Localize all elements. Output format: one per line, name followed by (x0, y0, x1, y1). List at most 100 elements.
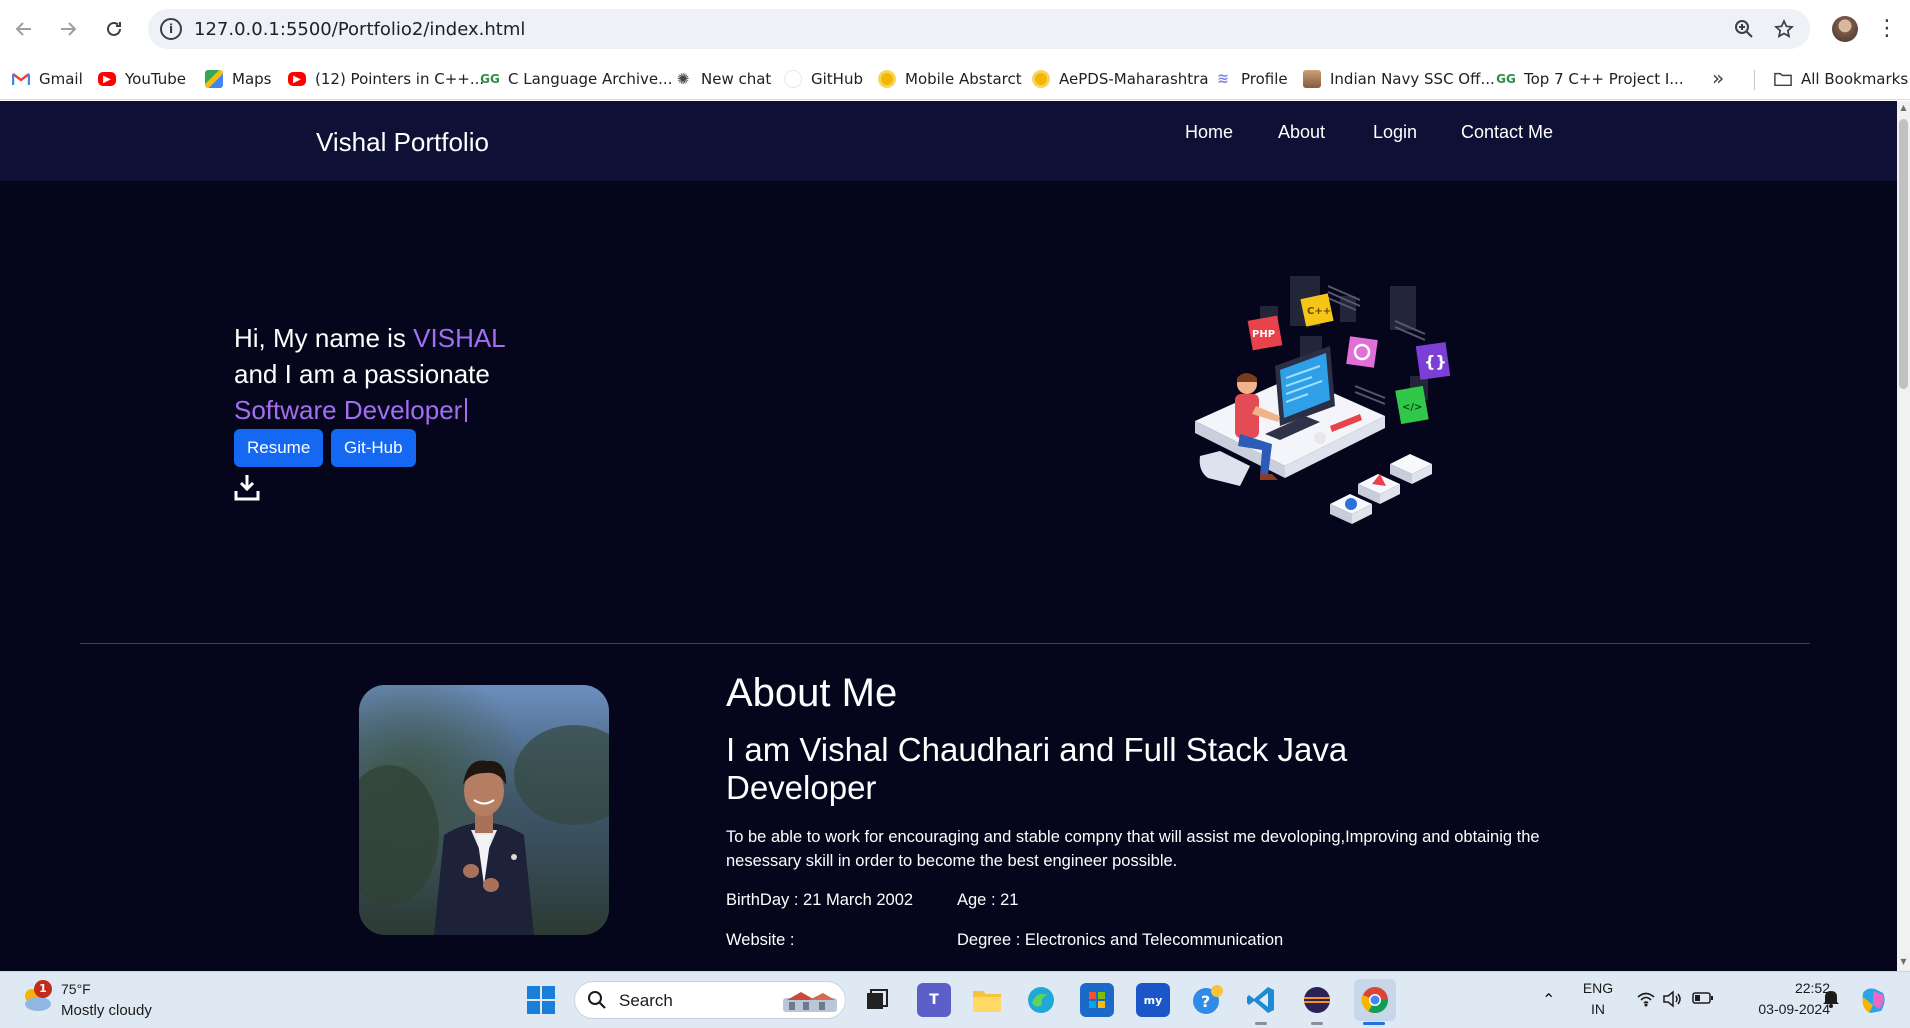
kebab-menu-icon[interactable]: ⋮ (1876, 14, 1898, 44)
chevron-up-icon[interactable]: ⌃ (1542, 990, 1555, 1009)
bookmark-top-7-cpp[interactable]: GG Top 7 C++ Project I... (1496, 68, 1683, 90)
reload-icon (107, 21, 121, 36)
age-info: Age : 21 (957, 891, 1019, 909)
gmail-icon (12, 70, 30, 88)
resume-button[interactable]: Resume (234, 429, 324, 467)
nav-login[interactable]: Login (1373, 122, 1417, 143)
profile-icon: ≋ (1217, 71, 1229, 87)
region-indicator[interactable]: IN (1580, 1001, 1616, 1017)
profile-photo (359, 685, 609, 935)
reload-button[interactable] (96, 12, 132, 46)
task-view-icon[interactable] (860, 983, 894, 1017)
windows-start-icon[interactable] (524, 983, 558, 1017)
website-info: Website : (726, 931, 795, 949)
page-scrollbar[interactable]: ▲ ▼ (1897, 101, 1910, 971)
download-icon[interactable] (234, 473, 260, 501)
bookmark-maps[interactable]: Maps (205, 68, 271, 90)
bookmark-youtube[interactable]: ▶ YouTube (98, 68, 186, 90)
nav-home[interactable]: Home (1185, 122, 1233, 143)
microsoft-store-icon[interactable] (1080, 983, 1114, 1017)
copilot-icon[interactable] (1856, 984, 1890, 1018)
browser-toolbar: i 127.0.0.1:5500/Portfolio2/index.html ⋮ (0, 0, 1910, 58)
developer-illustration: C++ PHP {} </> (1195, 276, 1451, 524)
address-bar[interactable]: i 127.0.0.1:5500/Portfolio2/index.html (148, 9, 1810, 49)
svg-text:C++: C++ (1307, 306, 1331, 317)
nav-contact-me[interactable]: Contact Me (1461, 122, 1553, 143)
maps-icon (205, 70, 223, 88)
clock-time[interactable]: 22:52 (1760, 980, 1830, 996)
bookmark-profile[interactable]: ≋ Profile (1214, 68, 1288, 90)
info-icon[interactable]: i (160, 18, 182, 40)
svg-text:{}: {} (1424, 352, 1447, 371)
hero-greeting: Hi, My name is VISHAL (234, 323, 506, 353)
forward-button[interactable] (50, 12, 86, 46)
vscode-running-indicator (1255, 1022, 1267, 1025)
chevron-double-right-icon[interactable]: » (1712, 66, 1724, 90)
scrollbar-thumb[interactable] (1899, 119, 1908, 389)
youtube-icon: ▶ (288, 72, 306, 86)
battery-icon[interactable] (1692, 990, 1714, 1010)
scroll-up-arrow-icon[interactable]: ▲ (1899, 103, 1908, 113)
volume-icon[interactable] (1662, 990, 1682, 1013)
nav-about[interactable]: About (1278, 122, 1325, 143)
about-title: About Me (726, 671, 898, 715)
bookmark-mobile-abstarct[interactable]: Mobile Abstarct (878, 68, 1022, 90)
github-button[interactable]: Git-Hub (331, 429, 416, 467)
about-paragraph: To be able to work for encouraging and s… (726, 828, 1540, 870)
teams-icon[interactable]: T (917, 983, 951, 1017)
bookmarks-separator (1754, 70, 1755, 90)
birthday-info: BirthDay : 21 March 2002 (726, 891, 914, 909)
all-bookmarks[interactable]: All Bookmarks (1774, 68, 1908, 90)
arrow-right-icon (61, 22, 77, 36)
site-brand[interactable]: Vishal Portfolio (316, 127, 489, 158)
back-button[interactable] (6, 12, 42, 46)
bookmark-pointers-cpp[interactable]: ▶ (12) Pointers in C++... (288, 68, 484, 90)
hp-support-icon[interactable]: ? (1190, 983, 1224, 1017)
geeksforgeeks-icon: GG (1496, 72, 1516, 86)
chatgpt-icon: ✺ (676, 70, 690, 88)
eclipse-running-indicator (1311, 1022, 1323, 1025)
notification-bell-icon[interactable] (1822, 988, 1840, 1013)
language-indicator[interactable]: ENG (1580, 980, 1616, 996)
myhp-icon[interactable]: my (1136, 983, 1170, 1017)
eclipse-icon[interactable] (1300, 983, 1334, 1017)
circle-icon (1032, 70, 1050, 88)
notification-badge: 1 (34, 980, 52, 998)
vscode-icon[interactable] (1244, 983, 1278, 1017)
bookmark-new-chat[interactable]: ✺ New chat (674, 68, 772, 90)
bookmark-c-language-archive[interactable]: GG C Language Archive... (480, 68, 672, 90)
search-highlight-icon (783, 992, 837, 1012)
bookmark-indian-navy[interactable]: Indian Navy SSC Off... (1303, 68, 1495, 90)
chrome-active-indicator (1363, 1022, 1385, 1025)
youtube-icon: ▶ (98, 72, 116, 86)
site-navbar: Vishal Portfolio Home About Login Contac… (0, 101, 1897, 181)
wifi-icon[interactable] (1636, 990, 1656, 1013)
about-subtitle: I am Vishal Chaudhari and Full Stack Jav… (726, 731, 1348, 806)
bookmarks-bar: Gmail ▶ YouTube Maps ▶ (12) Pointers in … (0, 58, 1910, 100)
file-explorer-icon[interactable] (970, 983, 1004, 1017)
url-text[interactable]: 127.0.0.1:5500/Portfolio2/index.html (194, 19, 525, 40)
profile-avatar[interactable] (1832, 16, 1858, 42)
zoom-icon[interactable] (1732, 17, 1756, 41)
svg-text:?: ? (1201, 992, 1210, 1011)
scroll-down-arrow-icon[interactable]: ▼ (1899, 957, 1908, 967)
bookmark-aepds-maharashtra[interactable]: AePDS-Maharashtra (1032, 68, 1209, 90)
weather-description[interactable]: Mostly cloudy (61, 1002, 152, 1019)
hero-line-2: and I am a passionate (234, 359, 490, 389)
taskbar-search[interactable]: Search (574, 981, 846, 1019)
portfolio-page: Vishal Portfolio Home About Login Contac… (0, 101, 1897, 971)
section-divider (80, 643, 1810, 644)
chrome-icon[interactable] (1354, 979, 1396, 1021)
folder-icon (1774, 70, 1792, 88)
github-icon (784, 70, 802, 88)
hero-name: VISHAL (413, 323, 506, 353)
edge-icon[interactable] (1024, 983, 1058, 1017)
bookmark-gmail[interactable]: Gmail (12, 68, 83, 90)
search-icon (588, 991, 606, 1009)
star-icon[interactable] (1772, 17, 1796, 41)
weather-temperature[interactable]: 75°F (61, 981, 91, 997)
typing-cursor (465, 398, 468, 422)
clock-date[interactable]: 03-09-2024 (1740, 1001, 1830, 1017)
bookmark-github[interactable]: GitHub (784, 68, 863, 90)
geeksforgeeks-icon: GG (480, 72, 500, 86)
